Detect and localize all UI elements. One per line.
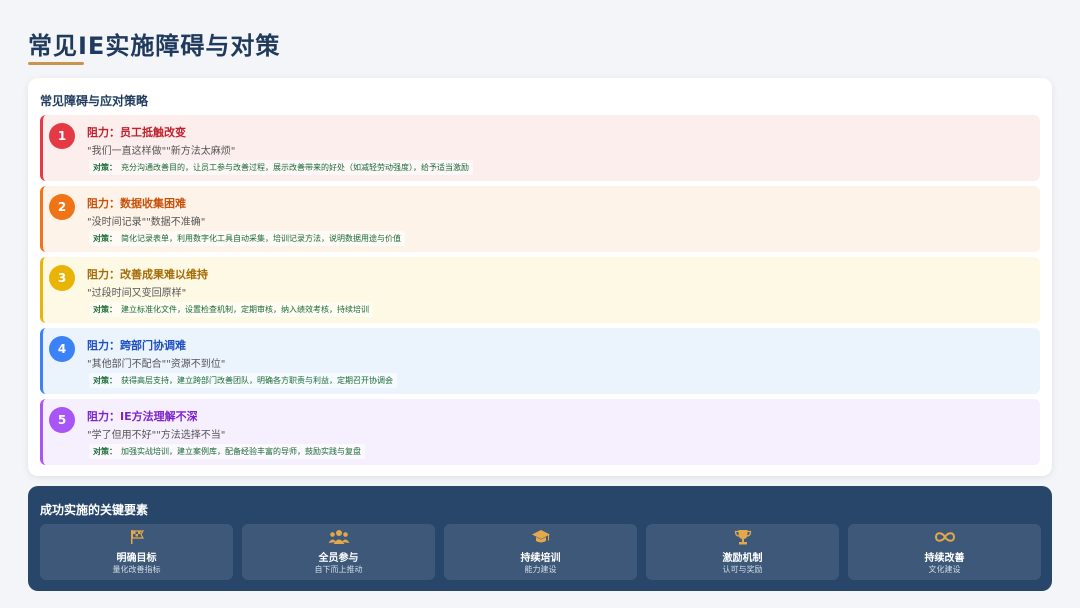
flag-checkered-icon (40, 529, 233, 545)
factor-name: 持续改善 (924, 553, 965, 564)
strategy-box: 对策： 获得高层支持，建立跨部门改善团队，明确各方职责与利益，定期召开协调会 (89, 373, 397, 388)
obstacle-quote: "其他部门不配合""资源不到位" (87, 359, 226, 370)
obstacle-heading: 阻力：IE方法理解不深 (87, 410, 198, 423)
obstacle-heading: 阻力：跨部门协调难 (87, 339, 186, 352)
strategy-text: 建立标准化文件，设置检查机制，定期审核，纳入绩效考核，持续培训 (121, 305, 369, 314)
factor-card-5: 持续改善 文化建设 (848, 524, 1041, 580)
strategy-label: 对策： (93, 376, 117, 385)
graduation-cap-icon (444, 529, 637, 545)
factor-card-3: 持续培训 能力建设 (444, 524, 637, 580)
panel-title: 常见障碍与应对策略 (40, 94, 149, 108)
strategy-text: 充分沟通改善目的，让员工参与改善过程，展示改善带来的好处（如减轻劳动强度），给予… (121, 163, 469, 172)
factor-subtitle: 认可与奖励 (722, 565, 763, 574)
number-badge: 5 (49, 407, 75, 433)
strategy-box: 对策： 加强实战培训，建立案例库，配备经验丰富的导师，鼓励实践与复盘 (89, 444, 365, 459)
strategy-text: 加强实战培训，建立案例库，配备经验丰富的导师，鼓励实践与复盘 (121, 447, 361, 456)
number-badge: 4 (49, 336, 75, 362)
obstacle-card-1: 1 阻力：员工抵触改变 "我们一直这样做""新方法太麻烦" 对策： 充分沟通改善… (40, 115, 1040, 181)
obstacle-quote: "我们一直这样做""新方法太麻烦" (87, 146, 236, 157)
strategy-text: 获得高层支持，建立跨部门改善团队，明确各方职责与利益，定期召开协调会 (121, 376, 393, 385)
strategy-label: 对策： (93, 163, 117, 172)
strategy-text: 简化记录表单，利用数字化工具自动采集，培训记录方法，说明数据用途与价值 (121, 234, 401, 243)
factor-subtitle: 自下而上推动 (314, 565, 363, 574)
factor-card-4: 激励机制 认可与奖励 (646, 524, 839, 580)
success-title: 成功实施的关键要素 (40, 503, 149, 517)
obstacle-card-5: 5 阻力：IE方法理解不深 "学了但用不好""方法选择不当" 对策： 加强实战培… (40, 399, 1040, 465)
strategy-box: 对策： 简化记录表单，利用数字化工具自动采集，培训记录方法，说明数据用途与价值 (89, 231, 405, 246)
factor-subtitle: 能力建设 (524, 565, 557, 574)
title-underline (28, 62, 84, 65)
obstacle-heading: 阻力：改善成果难以维持 (87, 268, 208, 281)
obstacle-card-4: 4 阻力：跨部门协调难 "其他部门不配合""资源不到位" 对策： 获得高层支持，… (40, 328, 1040, 394)
number-badge: 1 (49, 123, 75, 149)
obstacles-panel: 常见障碍与应对策略 1 阻力：员工抵触改变 "我们一直这样做""新方法太麻烦" … (28, 78, 1052, 476)
factor-name: 明确目标 (116, 553, 157, 564)
factor-card-1: 明确目标 量化改善指标 (40, 524, 233, 580)
page-title: 常见IE实施障碍与对策 (28, 32, 281, 60)
obstacle-quote: "过段时间又变回原样" (87, 288, 187, 299)
strategy-box: 对策： 建立标准化文件，设置检查机制，定期审核，纳入绩效考核，持续培训 (89, 302, 373, 317)
factor-card-2: 全员参与 自下而上推动 (242, 524, 435, 580)
obstacle-quote: "没时间记录""数据不准确" (87, 217, 206, 228)
strategy-box: 对策： 充分沟通改善目的，让员工参与改善过程，展示改善带来的好处（如减轻劳动强度… (89, 160, 473, 175)
factor-name: 激励机制 (722, 553, 763, 564)
trophy-icon (646, 529, 839, 545)
success-factors-panel: 成功实施的关键要素 明确目标 量化改善指标 全员参与 自下而上推动 持续培训 能… (28, 486, 1052, 591)
factor-subtitle: 量化改善指标 (112, 565, 161, 574)
infinity-icon (848, 529, 1041, 545)
strategy-label: 对策： (93, 447, 117, 456)
users-icon (242, 529, 435, 545)
factor-subtitle: 文化建设 (928, 565, 961, 574)
number-badge: 3 (49, 265, 75, 291)
obstacle-card-3: 3 阻力：改善成果难以维持 "过段时间又变回原样" 对策： 建立标准化文件，设置… (40, 257, 1040, 323)
factor-name: 持续培训 (520, 553, 561, 564)
factor-name: 全员参与 (318, 553, 359, 564)
obstacle-heading: 阻力：员工抵触改变 (87, 126, 186, 139)
obstacle-card-2: 2 阻力：数据收集困难 "没时间记录""数据不准确" 对策： 简化记录表单，利用… (40, 186, 1040, 252)
obstacle-heading: 阻力：数据收集困难 (87, 197, 186, 210)
number-badge: 2 (49, 194, 75, 220)
strategy-label: 对策： (93, 234, 117, 243)
obstacle-quote: "学了但用不好""方法选择不当" (87, 430, 226, 441)
strategy-label: 对策： (93, 305, 117, 314)
